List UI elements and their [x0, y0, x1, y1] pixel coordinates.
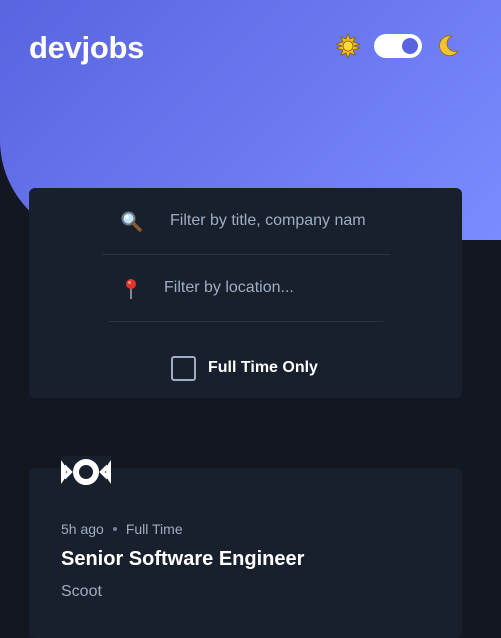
search-icon: [120, 210, 142, 232]
moon-icon: [436, 34, 460, 58]
theme-switcher: [334, 32, 460, 60]
scoot-logo-icon: [61, 456, 111, 488]
location-search-input[interactable]: [164, 277, 384, 299]
full-time-checkbox[interactable]: [171, 355, 196, 381]
search-panel: Full Time Only: [29, 188, 462, 398]
separator-dot: [112, 527, 117, 531]
devjobs-logo[interactable]: devjobs: [29, 30, 144, 66]
location-filter-row: [29, 255, 462, 321]
full-time-label: Full Time Only: [208, 359, 318, 376]
divider: [108, 321, 383, 322]
title-filter-row: [29, 188, 462, 254]
full-time-filter[interactable]: Full Time Only: [171, 354, 318, 382]
location-pin-icon: [124, 278, 138, 300]
job-title[interactable]: Senior Software Engineer: [61, 548, 304, 571]
contract-type: Full Time: [125, 521, 183, 537]
toggle-knob: [402, 38, 418, 54]
theme-toggle[interactable]: [374, 34, 422, 58]
job-meta: 5h ago Full Time: [61, 521, 183, 537]
company-name: Scoot: [61, 583, 102, 600]
title-search-input[interactable]: [170, 210, 390, 232]
job-card[interactable]: 5h ago Full Time Senior Software Enginee…: [29, 456, 462, 638]
posted-time: 5h ago: [61, 521, 104, 537]
sun-icon: [334, 32, 362, 60]
